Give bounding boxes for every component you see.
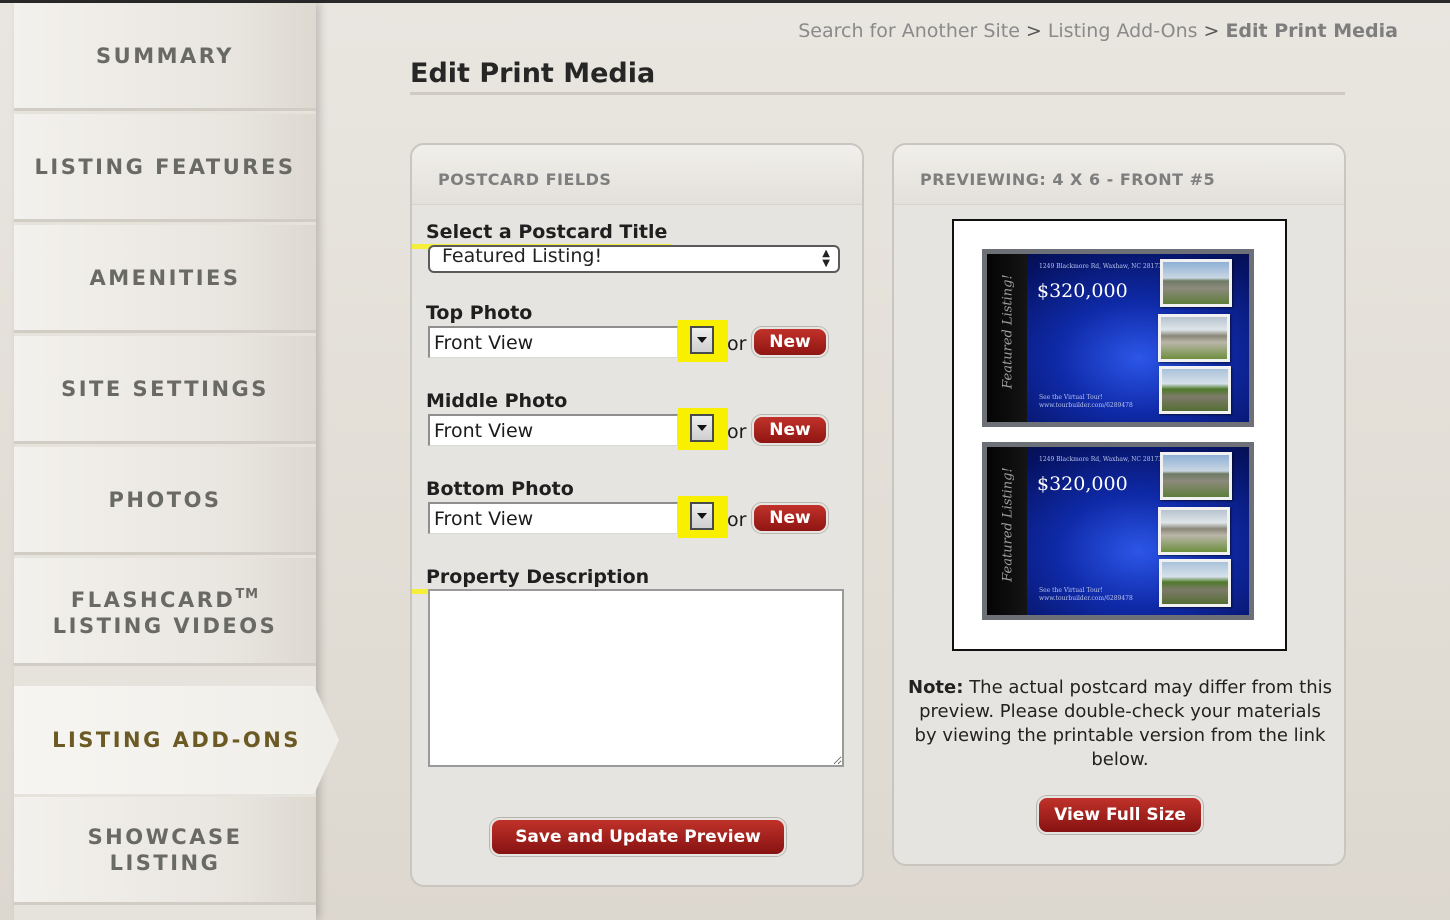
sidebar-item-label: SHOWCASE LISTING: [88, 824, 243, 876]
postcard-tour-text: See the Virtual Tour! www.tourbuilder.co…: [1039, 587, 1133, 603]
postcard-preview-frame: Featured Listing! 1249 Blackmore Rd, Wax…: [952, 219, 1287, 651]
breadcrumb-search-link[interactable]: Search for Another Site: [798, 20, 1020, 42]
sidebar-item-label: LISTING ADD-ONS: [52, 728, 301, 752]
listing-label: LISTING: [109, 850, 221, 875]
breadcrumb-separator: >: [1025, 20, 1042, 42]
postcard-house-photo: [1158, 314, 1230, 362]
breadcrumb-listing-add-ons-link[interactable]: Listing Add-Ons: [1048, 20, 1198, 42]
property-description-label: Property Description: [426, 566, 650, 588]
or-text: or: [727, 509, 747, 531]
note-label: Note:: [908, 677, 964, 698]
note-text: The actual postcard may differ from this…: [914, 677, 1332, 770]
or-text: or: [727, 333, 747, 355]
title-divider: [410, 92, 1345, 95]
breadcrumb-current: Edit Print Media: [1225, 20, 1398, 42]
updown-arrows-icon: ▲ ▼: [822, 248, 830, 269]
flashcard-label: FLASHCARD: [70, 588, 236, 612]
dropdown-highlight: [678, 320, 728, 362]
listing-videos-label: LISTING VIDEOS: [52, 614, 278, 638]
chevron-down-icon: [697, 513, 707, 519]
sidebar-item-listing-add-ons[interactable]: LISTING ADD-ONS: [14, 686, 339, 794]
postcard-featured-text: Featured Listing!: [1000, 467, 1016, 582]
top-photo-dropdown-button[interactable]: [690, 326, 714, 354]
sidebar-item-listing-features[interactable]: LISTING FEATURES: [14, 114, 316, 222]
postcard-preview-image: Featured Listing! 1249 Blackmore Rd, Wax…: [982, 249, 1254, 427]
postcard-fields-header: POSTCARD FIELDS: [412, 145, 862, 205]
dropdown-highlight: [678, 408, 728, 450]
bottom-photo-dropdown-button[interactable]: [690, 502, 714, 530]
postcard-tour-line1: See the Virtual Tour!: [1039, 587, 1103, 594]
middle-photo-label: Middle Photo: [426, 390, 568, 412]
bottom-photo-new-button[interactable]: New: [752, 503, 828, 533]
or-text: or: [727, 421, 747, 443]
postcard-price: $320,000: [1037, 473, 1128, 495]
sidebar-item-showcase-listing[interactable]: SHOWCASE LISTING: [14, 797, 316, 905]
trademark-sup: TM: [235, 587, 260, 602]
bottom-photo-label: Bottom Photo: [426, 478, 574, 500]
postcard-preview-image: Featured Listing! 1249 Blackmore Rd, Wax…: [982, 442, 1254, 620]
sidebar-item-label: SUMMARY: [96, 43, 234, 68]
page-title: Edit Print Media: [410, 58, 656, 89]
preview-note: Note: The actual postcard may differ fro…: [908, 676, 1332, 772]
property-description-textarea[interactable]: [428, 589, 844, 767]
top-photo-new-button[interactable]: New: [752, 327, 828, 357]
middle-photo-select[interactable]: Front View: [428, 414, 678, 446]
top-photo-label: Top Photo: [426, 302, 533, 324]
chevron-down-icon: [697, 425, 707, 431]
postcard-title-label: Select a Postcard Title: [426, 221, 668, 243]
chevron-down-icon: [697, 337, 707, 343]
showcase-label: SHOWCASE: [87, 824, 243, 849]
sidebar-item-label: FLASHCARDTM LISTING VIDEOS: [53, 582, 277, 639]
save-update-preview-button[interactable]: Save and Update Preview: [490, 818, 786, 856]
postcard-price: $320,000: [1037, 280, 1128, 302]
preview-panel: PREVIEWING: 4 X 6 - FRONT #5 Featured Li…: [892, 143, 1346, 866]
postcard-house-photo: [1159, 366, 1231, 414]
sidebar-item-label: SITE SETTINGS: [61, 376, 269, 401]
breadcrumb-separator: >: [1203, 20, 1220, 42]
sidebar-item-summary[interactable]: SUMMARY: [14, 3, 316, 111]
middle-photo-new-button[interactable]: New: [752, 415, 828, 445]
preview-header: PREVIEWING: 4 X 6 - FRONT #5: [894, 145, 1344, 205]
postcard-house-photo: [1160, 452, 1232, 500]
sidebar-item-site-settings[interactable]: SITE SETTINGS: [14, 336, 316, 444]
sidebar-item-flashcard-listing-videos[interactable]: FLASHCARDTM LISTING VIDEOS: [14, 558, 316, 666]
postcard-featured-text: Featured Listing!: [1000, 274, 1016, 389]
postcard-house-photo: [1158, 507, 1230, 555]
postcard-address: 1249 Blackmore Rd, Waxhaw, NC 28173: [1039, 263, 1162, 270]
postcard-address: 1249 Blackmore Rd, Waxhaw, NC 28173: [1039, 456, 1162, 463]
postcard-title-value: Featured Listing!: [442, 245, 603, 267]
top-photo-select[interactable]: Front View: [428, 326, 678, 358]
sidebar-item-photos[interactable]: PHOTOS: [14, 447, 316, 555]
postcard-tour-text: See the Virtual Tour! www.tourbuilder.co…: [1039, 394, 1133, 410]
sidebar: SUMMARY LISTING FEATURES AMENITIES SITE …: [14, 3, 339, 920]
postcard-tour-line2: www.tourbuilder.com/6289478: [1039, 402, 1133, 409]
postcard-title-select[interactable]: Featured Listing! ▲ ▼: [428, 245, 840, 273]
sidebar-item-label: AMENITIES: [89, 265, 241, 290]
sidebar-item-label: LISTING FEATURES: [34, 154, 296, 179]
postcard-tour-line2: www.tourbuilder.com/6289478: [1039, 595, 1133, 602]
sidebar-item-label: PHOTOS: [108, 487, 222, 512]
sidebar-item-amenities[interactable]: AMENITIES: [14, 225, 316, 333]
breadcrumb: Search for Another Site > Listing Add-Ons >…: [798, 20, 1398, 42]
bottom-photo-select[interactable]: Front View: [428, 502, 678, 534]
postcard-house-photo: [1159, 559, 1231, 607]
postcard-tour-line1: See the Virtual Tour!: [1039, 394, 1103, 401]
postcard-house-photo: [1160, 259, 1232, 307]
middle-photo-dropdown-button[interactable]: [690, 414, 714, 442]
postcard-fields-panel: POSTCARD FIELDS Select a Postcard Title …: [410, 143, 864, 887]
view-full-size-button[interactable]: View Full Size: [1037, 796, 1203, 834]
dropdown-highlight: [678, 496, 728, 538]
